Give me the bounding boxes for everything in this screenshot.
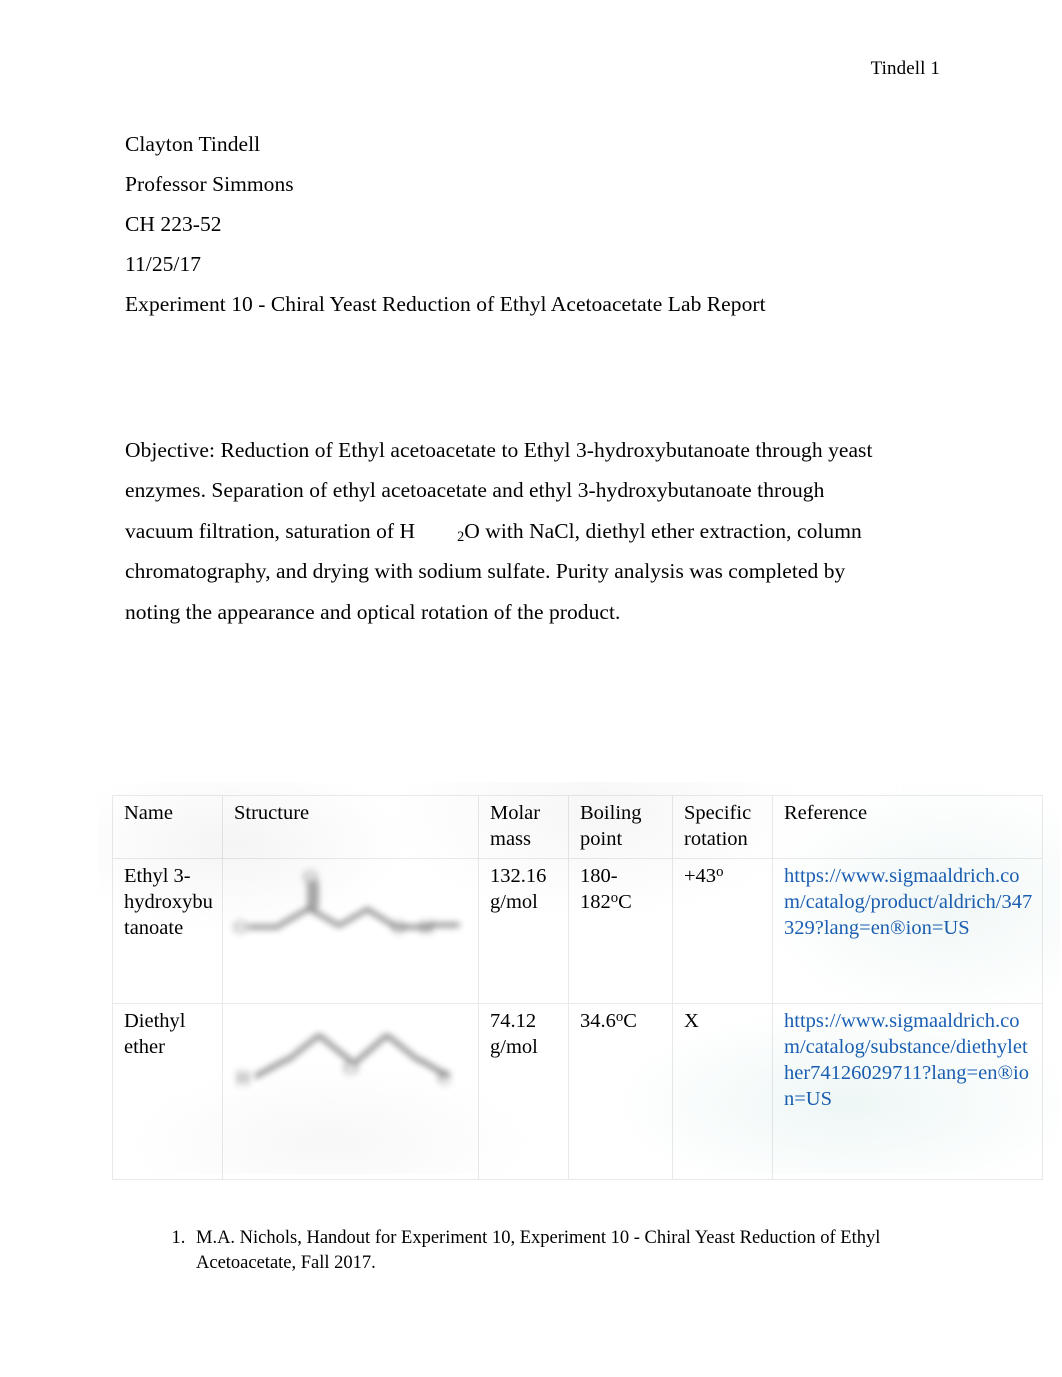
boiling-point-value: 34.6: [580, 1010, 616, 1032]
cell-boiling-point: 34.6oC: [568, 1003, 673, 1180]
table-header-row: Name Structure Molar mass Boiling point …: [112, 795, 1043, 859]
cell-structure: O O O H: [222, 858, 479, 1004]
column-header-molar-mass: Molar mass: [478, 795, 569, 859]
diethyl-ether-skeletal-structure-icon: H O C: [236, 1034, 451, 1089]
document-page: Tindell 1 Clayton Tindell Professor Simm…: [0, 0, 1062, 1377]
svg-text:H: H: [420, 917, 433, 937]
cell-specific-rotation: X: [672, 1003, 773, 1180]
title-block: Clayton Tindell Professor Simmons CH 223…: [125, 124, 925, 324]
author-name: Clayton Tindell: [125, 132, 261, 156]
column-header-reference: Reference: [772, 795, 1043, 859]
cell-molar-mass: 74.12 g/mol: [478, 1003, 569, 1180]
reference-link[interactable]: https://www.sigmaaldrich.com/catalog/pro…: [784, 863, 1034, 941]
svg-text:H: H: [236, 1068, 250, 1089]
svg-text:O: O: [304, 869, 317, 887]
list-item: M.A. Nichols, Handout for Experiment 10,…: [190, 1226, 945, 1276]
reference-link[interactable]: https://www.sigmaaldrich.com/catalog/sub…: [784, 1008, 1034, 1112]
column-header-specific-rotation: Specific rotation: [672, 795, 773, 859]
specific-rotation-value: +43: [684, 865, 717, 887]
cell-reference: https://www.sigmaaldrich.com/catalog/pro…: [772, 858, 1043, 1004]
svg-text:O: O: [234, 917, 247, 937]
ethyl-3-hydroxybutanoate-skeletal-structure-icon: O O O H: [234, 869, 460, 937]
cell-boiling-point: 180-182oC: [568, 858, 673, 1004]
cell-compound-name: Ethyl 3-hydroxybutanoate: [112, 858, 223, 1004]
cell-compound-name: Diethyl ether: [112, 1003, 223, 1180]
cell-structure: H O C: [222, 1003, 479, 1180]
running-header-page-number: Tindell 1: [870, 58, 940, 79]
course-code: CH 223-52: [125, 212, 222, 236]
svg-text:C: C: [438, 1068, 451, 1089]
svg-text:O: O: [392, 917, 405, 937]
cell-reference: https://www.sigmaaldrich.com/catalog/sub…: [772, 1003, 1043, 1180]
instructor-name: Professor Simmons: [125, 172, 294, 196]
footnote-list: M.A. Nichols, Handout for Experiment 10,…: [155, 1226, 945, 1276]
footnote-list-container: M.A. Nichols, Handout for Experiment 10,…: [155, 1226, 945, 1276]
table-row: Ethyl 3-hydroxybutanoate O O O H 132.16 …: [112, 858, 1043, 1004]
column-header-name: Name: [112, 795, 223, 859]
degree-symbol: o: [716, 863, 724, 880]
report-title: Experiment 10 - Chiral Yeast Reduction o…: [125, 292, 766, 316]
column-header-boiling-point: Boiling point: [568, 795, 673, 859]
compound-properties-table: Name Structure Molar mass Boiling point …: [112, 795, 1043, 1180]
cell-specific-rotation: +43o: [672, 858, 773, 1004]
objective-paragraph: Objective: Reduction of Ethyl acetoaceta…: [125, 430, 893, 633]
date: 11/25/17: [125, 252, 202, 276]
svg-text:O: O: [344, 1058, 358, 1079]
column-header-structure: Structure: [222, 795, 479, 859]
compound-properties-table-container: Name Structure Molar mass Boiling point …: [112, 795, 1043, 1180]
boiling-point-unit: C: [618, 891, 632, 913]
cell-molar-mass: 132.16 g/mol: [478, 858, 569, 1004]
table-row: Diethyl ether H O C 74.12 g/mol 34.6oC X…: [112, 1003, 1043, 1180]
boiling-point-unit: C: [623, 1010, 637, 1032]
